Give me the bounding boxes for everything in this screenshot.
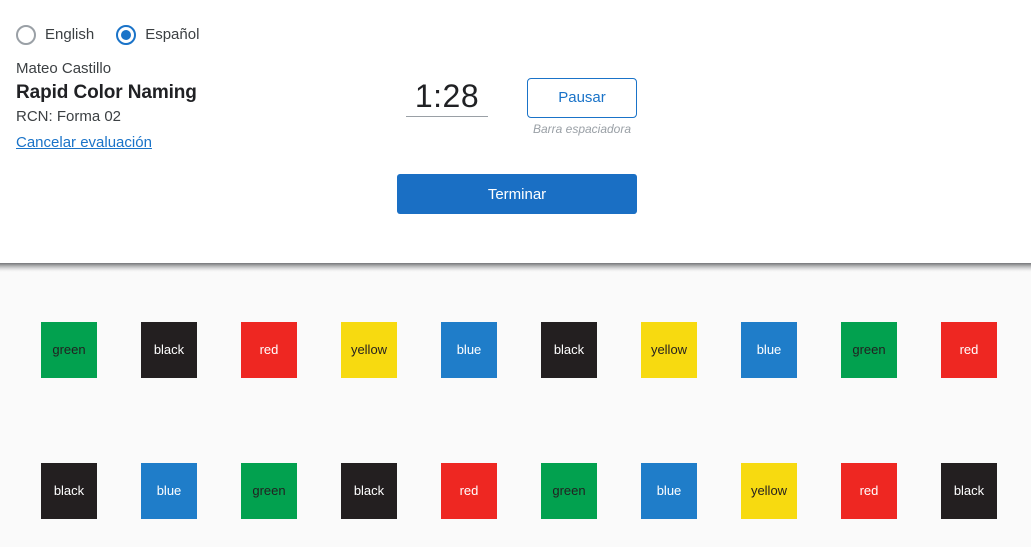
stimulus-grid: green black red yellow blue black yellow blue gr… [0, 272, 1031, 547]
form-label: RCN: Forma 02 [16, 108, 122, 125]
color-tile: blue [641, 463, 697, 519]
page-title: Rapid Color Naming [16, 82, 197, 103]
color-tile: black [141, 322, 197, 378]
timer: 1:28 [406, 78, 488, 117]
pause-control: Pausar Barra espaciadora [527, 78, 637, 137]
radio-espanol-icon[interactable] [116, 25, 137, 45]
finish-button[interactable]: Terminar [397, 174, 637, 214]
color-tile: blue [741, 322, 797, 378]
color-tile: black [941, 463, 997, 519]
timer-value: 1:28 [414, 78, 480, 114]
color-tile: red [441, 463, 497, 519]
language-option-espanol[interactable]: Español [116, 25, 199, 45]
radio-english-icon[interactable] [16, 25, 36, 45]
color-tile: yellow [341, 322, 397, 378]
header-divider [0, 263, 1031, 272]
color-tile: blue [441, 322, 497, 378]
color-tile: red [241, 322, 297, 378]
timer-underline [406, 116, 488, 117]
color-tile: yellow [641, 322, 697, 378]
cancel-assessment-link[interactable]: Cancelar evaluación [16, 132, 152, 153]
color-tile: blue [141, 463, 197, 519]
color-tile: black [341, 463, 397, 519]
color-tile: green [841, 322, 897, 378]
color-tile: black [41, 463, 97, 519]
color-tile: red [841, 463, 897, 519]
language-option-espanol-label: Español [145, 26, 200, 43]
color-tile: green [241, 463, 297, 519]
pause-shortcut-hint: Barra espaciadora [532, 122, 632, 136]
color-tile: red [941, 322, 997, 378]
language-option-english-label: English [45, 26, 95, 43]
color-tile: yellow [741, 463, 797, 519]
color-tile: black [541, 322, 597, 378]
assessment-meta: Mateo Castillo Rapid Color Naming RCN: F… [16, 59, 197, 153]
language-option-english[interactable]: English [16, 25, 94, 45]
pause-button[interactable]: Pausar [527, 78, 637, 118]
assessment-header: English Español Mateo Castillo Rapid Col… [0, 0, 1031, 263]
language-selector: English Español [16, 25, 199, 45]
color-tile: green [41, 322, 97, 378]
student-name: Mateo Castillo [16, 60, 112, 77]
stimulus-row-1: green black red yellow blue black yellow blue gr… [41, 322, 997, 378]
stimulus-row-2: black blue green black red green blue yellow red… [41, 463, 997, 519]
assessment-screen: English Español Mateo Castillo Rapid Col… [0, 0, 1031, 547]
color-tile: green [541, 463, 597, 519]
